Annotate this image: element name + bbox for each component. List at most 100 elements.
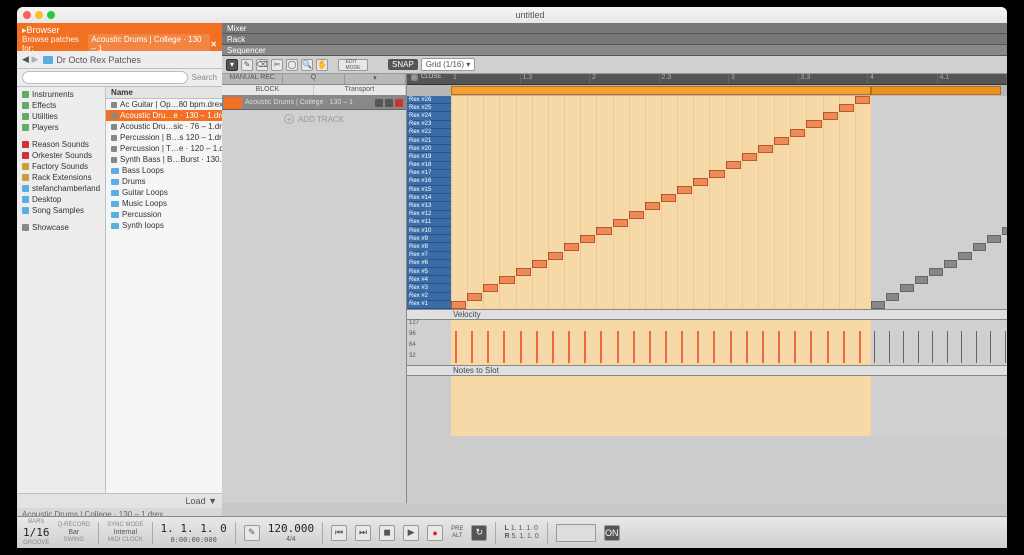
position[interactable]: 1. 1. 1. 0 <box>161 522 227 535</box>
automation-on[interactable]: ON <box>604 525 620 541</box>
nav-back-icon[interactable]: ◀ <box>22 54 29 65</box>
velocity-bar[interactable] <box>536 331 538 363</box>
eraser-tool-icon[interactable]: ⌫ <box>256 59 268 71</box>
note[interactable] <box>613 219 628 227</box>
slice-label[interactable]: Rex #14 <box>407 194 451 202</box>
slice-label[interactable]: Rex #8 <box>407 243 451 251</box>
note[interactable] <box>790 129 805 137</box>
nav-fwd-icon[interactable]: ▶ <box>31 54 38 65</box>
timeline-pane[interactable]: ✕ CLOSE 11.322.333.344.1 Rex #26Rex #25R… <box>407 74 1007 503</box>
sync-value[interactable]: Internal <box>114 529 137 536</box>
slice-label[interactable]: Rex #26 <box>407 96 451 104</box>
close-icon[interactable] <box>23 11 31 19</box>
close-label[interactable]: CLOSE <box>421 74 441 80</box>
add-track-button[interactable]: + ADD TRACK <box>222 110 406 128</box>
velocity-bar[interactable] <box>713 331 715 363</box>
slice-label[interactable]: Rex #15 <box>407 186 451 194</box>
note[interactable] <box>596 227 611 235</box>
note[interactable] <box>774 137 789 145</box>
note[interactable] <box>742 153 757 161</box>
solo-button[interactable] <box>385 99 393 107</box>
tab-sequencer[interactable]: Sequencer <box>222 45 1007 56</box>
razor-tool-icon[interactable]: ✂ <box>271 59 283 71</box>
note[interactable] <box>451 301 466 309</box>
grid-select[interactable]: Grid (1/16) ▾ <box>421 58 475 71</box>
slice-label[interactable]: Rex #2 <box>407 293 451 301</box>
category-item[interactable]: Rack Extensions <box>17 172 105 183</box>
loop-right[interactable]: 5. 1. 1. 0 <box>511 533 538 540</box>
stop-button[interactable]: ◼ <box>379 525 395 541</box>
category-item[interactable]: stefanchamberland <box>17 183 105 194</box>
qrec-value[interactable]: Bar <box>68 529 79 536</box>
velocity-bar[interactable] <box>810 331 812 363</box>
rewind-button[interactable]: ⏮ <box>331 525 347 541</box>
note[interactable] <box>839 104 854 112</box>
velocity-bar[interactable] <box>778 331 780 363</box>
clip-2[interactable] <box>871 86 1001 95</box>
maximize-icon[interactable] <box>47 11 55 19</box>
slice-label[interactable]: Rex #13 <box>407 202 451 210</box>
note[interactable] <box>499 276 514 284</box>
category-item[interactable]: Desktop <box>17 194 105 205</box>
arm-button[interactable] <box>395 99 403 107</box>
velocity-bar[interactable] <box>633 331 635 363</box>
note[interactable] <box>709 170 724 178</box>
slice-label[interactable]: Rex #25 <box>407 104 451 112</box>
category-item[interactable]: Reason Sounds <box>17 139 105 150</box>
velocity-bar[interactable] <box>859 331 861 363</box>
velocity-bar[interactable] <box>730 331 732 363</box>
velocity-bar[interactable] <box>843 331 845 363</box>
loop-button[interactable]: ↻ <box>471 525 487 541</box>
play-button[interactable]: ▶ <box>403 525 419 541</box>
note[interactable] <box>677 186 692 194</box>
slice-label[interactable]: Rex #6 <box>407 260 451 268</box>
notes-to-slot-header[interactable]: Notes to Slot <box>407 365 1007 376</box>
mute-tool-icon[interactable]: ◯ <box>286 59 298 71</box>
time[interactable]: 0:00:00:000 <box>170 536 216 544</box>
transport-tab[interactable]: Transport <box>314 85 406 95</box>
slice-label[interactable]: Rex #23 <box>407 121 451 129</box>
velocity-bar[interactable] <box>568 331 570 363</box>
note[interactable] <box>532 260 547 268</box>
hand-tool-icon[interactable]: ✋ <box>316 59 328 71</box>
note[interactable] <box>758 145 773 153</box>
bars-value[interactable]: 1/16 <box>23 526 50 539</box>
category-item[interactable]: Instruments <box>17 89 105 100</box>
clip-strip[interactable] <box>407 85 1007 96</box>
note-area[interactable] <box>451 96 1007 309</box>
note[interactable] <box>661 194 676 202</box>
slice-label[interactable]: Rex #5 <box>407 268 451 276</box>
slice-label[interactable]: Rex #3 <box>407 284 451 292</box>
slice-label[interactable]: Rex #9 <box>407 235 451 243</box>
q-button[interactable]: Q <box>283 74 344 84</box>
category-item[interactable]: Showcase <box>17 222 105 233</box>
velocity-bar[interactable] <box>827 331 829 363</box>
velocity-bar[interactable] <box>617 331 619 363</box>
tab-rack[interactable]: Rack <box>222 34 1007 45</box>
edit-mode-button[interactable]: EDITMODE <box>338 59 368 71</box>
slice-label[interactable]: Rex #1 <box>407 301 451 309</box>
block-tab[interactable]: BLOCK <box>222 85 314 95</box>
note[interactable] <box>855 96 870 104</box>
velocity-bar[interactable] <box>762 331 764 363</box>
velocity-bar[interactable] <box>649 331 651 363</box>
slice-label[interactable]: Rex #19 <box>407 153 451 161</box>
note[interactable] <box>629 211 644 219</box>
velocity-bar[interactable] <box>681 331 683 363</box>
ruler[interactable]: ✕ CLOSE 11.322.333.344.1 <box>407 74 1007 85</box>
tempo[interactable]: 120.000 <box>268 522 314 535</box>
velocity-bar[interactable] <box>520 331 522 363</box>
note[interactable] <box>823 112 838 120</box>
velocity-bar[interactable] <box>487 331 489 363</box>
click-button[interactable]: ✎ <box>244 525 260 541</box>
note[interactable] <box>564 243 579 251</box>
note[interactable] <box>467 293 482 301</box>
pointer-tool-icon[interactable]: ▾ <box>226 59 238 71</box>
mute-button[interactable] <box>375 99 383 107</box>
category-item[interactable]: Song Samples <box>17 205 105 216</box>
magnify-tool-icon[interactable]: 🔍 <box>301 59 313 71</box>
track-row[interactable]: Acoustic Drums | College · 130 – 1 <box>222 96 406 110</box>
slice-label[interactable]: Rex #16 <box>407 178 451 186</box>
slice-label[interactable]: Rex #24 <box>407 112 451 120</box>
velocity-bar[interactable] <box>600 331 602 363</box>
